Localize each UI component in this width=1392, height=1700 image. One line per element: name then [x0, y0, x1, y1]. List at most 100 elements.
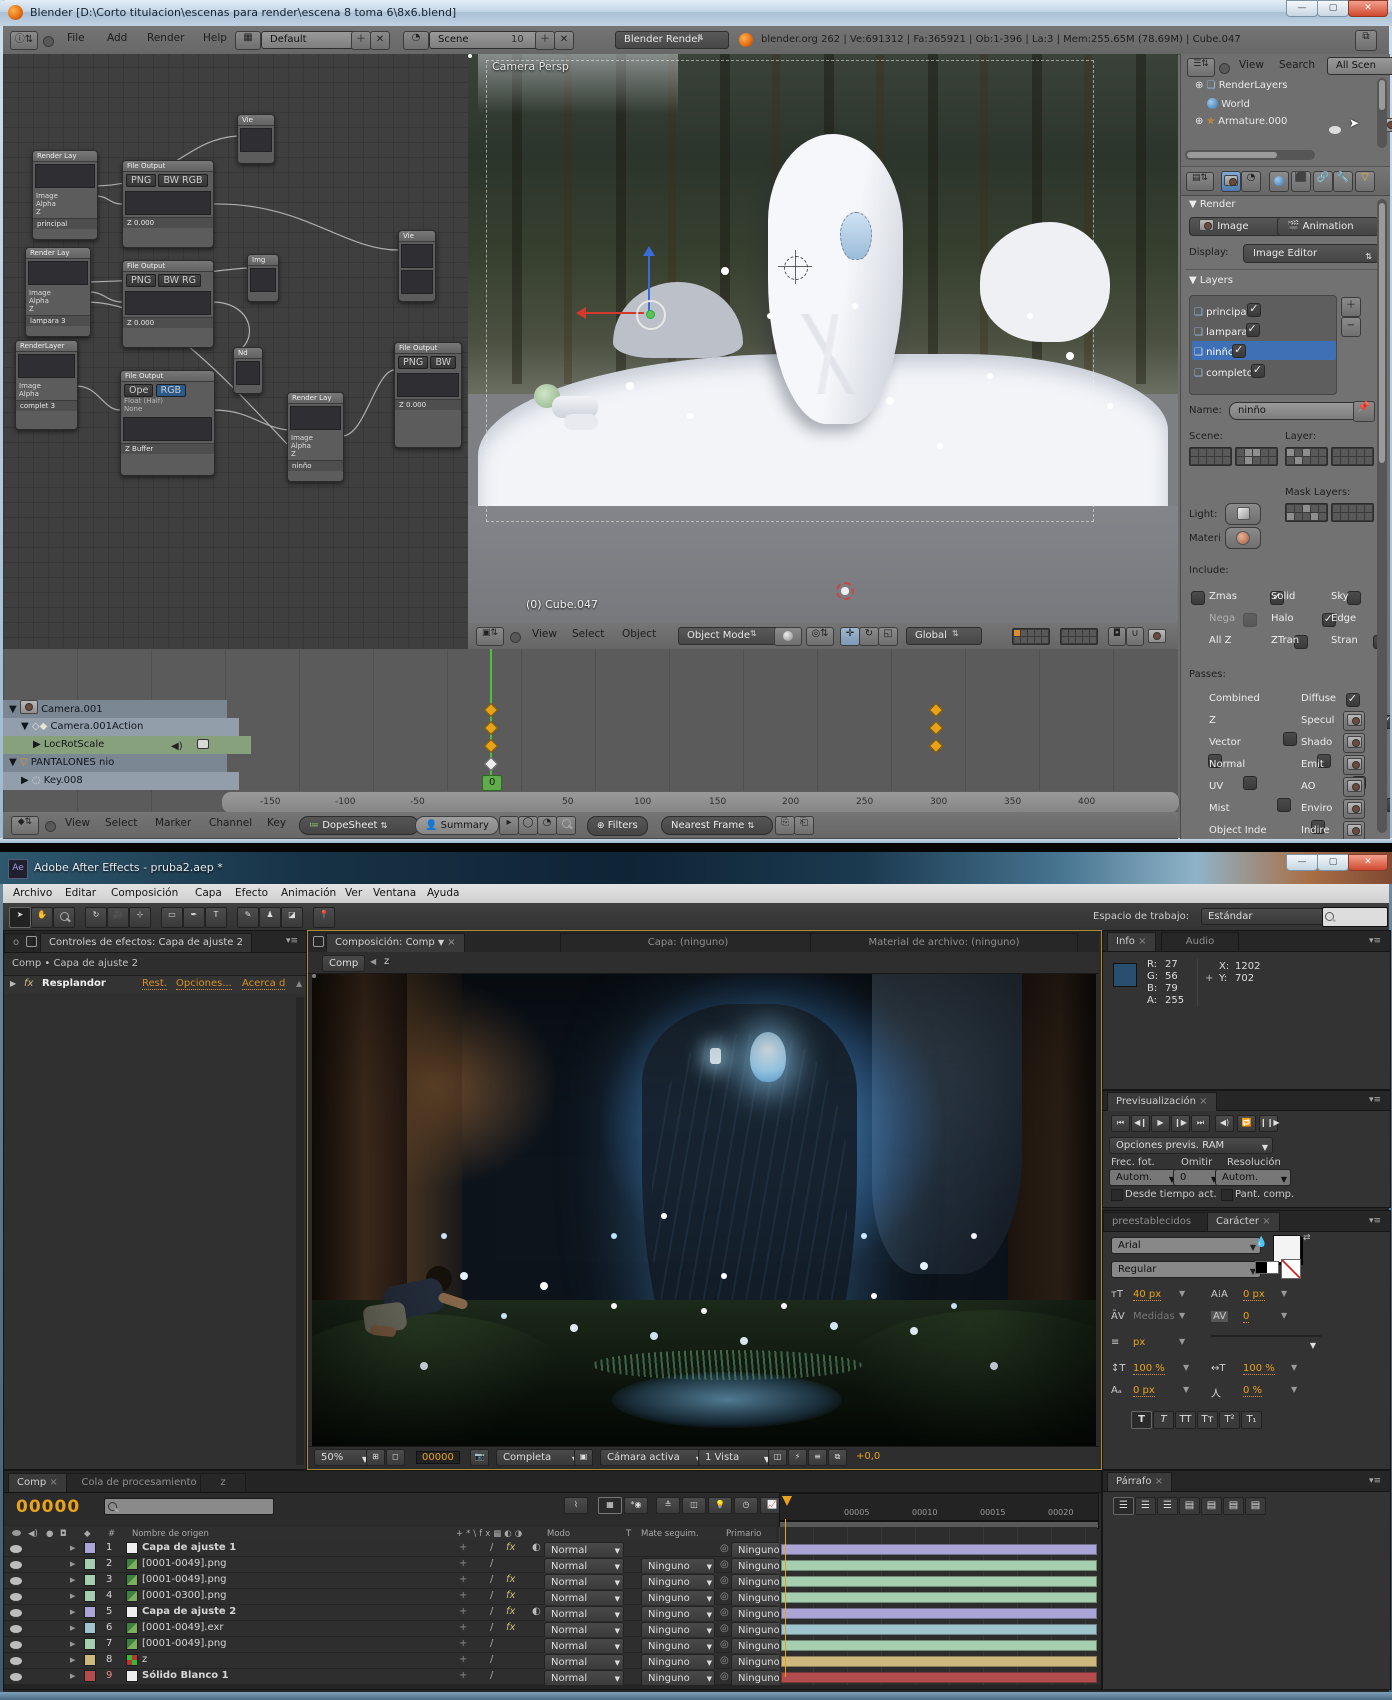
zoom-tool-icon[interactable]: [556, 816, 576, 835]
expand-arrow-icon[interactable]: ▶: [70, 1672, 75, 1680]
pass-normal-checkbox[interactable]: [1243, 776, 1257, 790]
scene-delete-button[interactable]: ✕: [554, 31, 574, 50]
node-render-layers-principal[interactable]: Render Lay ImageAlphaZ principal: [32, 150, 98, 240]
effect-options-link[interactable]: Opciones...: [176, 978, 232, 990]
layer-name[interactable]: [0001-0300].png: [142, 1590, 227, 1601]
tool-hand[interactable]: ✋: [31, 907, 53, 928]
leading-value[interactable]: px: [1133, 1337, 1145, 1348]
panel-lock-icon[interactable]: [313, 936, 324, 947]
pass-exclude-camera-icon[interactable]: [1343, 821, 1365, 839]
viewport-3d[interactable]: Camera Persp (0) Cube.047: [468, 54, 1178, 623]
scene-field[interactable]: Scene: [429, 31, 547, 49]
ae-minimize-button[interactable]: —: [1286, 854, 1318, 871]
ae-menu-archivo[interactable]: Archivo: [13, 887, 52, 899]
keyframe[interactable]: [484, 739, 498, 753]
faux-bold-button[interactable]: T: [1131, 1411, 1152, 1429]
layer-name[interactable]: z: [142, 1654, 147, 1665]
ds-menu-channel[interactable]: Channel: [203, 812, 258, 834]
keyframe[interactable]: [929, 721, 943, 735]
layer-name[interactable]: [0001-0049].exr: [142, 1622, 224, 1633]
presets-tab[interactable]: preestablecidos: [1103, 1212, 1219, 1231]
pixel-aspect-icon[interactable]: ◫: [768, 1449, 787, 1466]
layer-bar[interactable]: [781, 1592, 1097, 1603]
switch-transform[interactable]: +: [459, 1574, 467, 1585]
editor-type-info-icon[interactable]: ⓘ⇅: [10, 31, 38, 50]
preview-tab[interactable]: Previsualización ×: [1107, 1092, 1217, 1111]
ae-menu-capa[interactable]: Capa: [195, 887, 222, 899]
collapse-menus-icon[interactable]: [1219, 63, 1230, 74]
align-center-button[interactable]: ☰: [1135, 1497, 1156, 1515]
layer-bar[interactable]: [781, 1560, 1097, 1571]
viewport-layers-grid-1[interactable]: [1012, 628, 1050, 645]
collapse-menus-icon[interactable]: [510, 632, 521, 643]
dropdown-arrow[interactable]: ▼: [1291, 1385, 1297, 1394]
tool-zoom[interactable]: [53, 907, 75, 928]
layer-row-5[interactable]: ▶ 5 Capa de ajuste 2 + / fx ◐ Normal▼ Ni…: [4, 1605, 776, 1621]
visibility-eye-icon[interactable]: [1329, 126, 1341, 134]
keyframe[interactable]: [484, 757, 498, 771]
eye-icon[interactable]: [10, 1561, 22, 1569]
tool-selection[interactable]: ➤: [9, 907, 31, 928]
layer-name-field[interactable]: ninño: [1229, 402, 1363, 420]
timeline-comp-tab[interactable]: Comp ×: [8, 1473, 67, 1492]
pass-exclude-camera-icon[interactable]: [1343, 799, 1365, 819]
no-fill-swatch[interactable]: [1281, 1259, 1301, 1279]
tool-text[interactable]: T: [205, 907, 227, 928]
tool-eraser[interactable]: ◪: [281, 907, 303, 928]
panel-lock-icon[interactable]: [26, 936, 37, 947]
composition-image[interactable]: [312, 974, 1096, 1446]
switch-quality[interactable]: /: [490, 1574, 493, 1585]
snap-mode-select[interactable]: Nearest Frame ⇅: [661, 816, 773, 835]
switch-fx[interactable]: fx: [506, 1622, 515, 1633]
switch-transform[interactable]: +: [459, 1606, 467, 1617]
effect-row-resplandor[interactable]: ▶ fx Resplandor Rest. Opciones... Acerca…: [4, 975, 306, 995]
channel-camera-action[interactable]: ▼ ◇◆ Camera.001Action: [3, 718, 239, 736]
lock-icon[interactable]: [197, 739, 209, 749]
effect-panel-vscrollbar[interactable]: [296, 997, 304, 1465]
play-button[interactable]: ▶: [1151, 1115, 1170, 1132]
pass-specular-checkbox[interactable]: [1283, 732, 1297, 746]
parent-pickwhip-icon[interactable]: ◎: [720, 1559, 729, 1570]
current-frame-badge[interactable]: 0: [482, 775, 502, 791]
keyframe[interactable]: [929, 739, 943, 753]
switch-transform[interactable]: +: [459, 1654, 467, 1665]
dropdown-arrow[interactable]: ▼: [1179, 1289, 1185, 1298]
channels-chip[interactable]: BW RGB: [158, 174, 207, 187]
tool-shape[interactable]: ▭: [161, 907, 183, 928]
editor-type-outliner-icon[interactable]: ☰⇅: [1187, 58, 1215, 77]
switch-quality[interactable]: /: [490, 1622, 493, 1633]
tracking-mode-value[interactable]: Medidas: [1133, 1311, 1175, 1322]
layer-bar[interactable]: [781, 1608, 1097, 1619]
layer-name[interactable]: [0001-0049].png: [142, 1638, 227, 1649]
tsume-value[interactable]: 0 %: [1243, 1385, 1262, 1397]
node-render-layers-lampara[interactable]: Render Lay ImageAlphaZ lampara 3: [25, 247, 91, 337]
snapshot-icon[interactable]: 📷: [470, 1449, 489, 1466]
switch-effect-dot[interactable]: ◐: [532, 1606, 541, 1617]
outliner-item-renderlayers[interactable]: ⊕ ❏ RenderLayers: [1195, 80, 1287, 91]
layer-row-9[interactable]: ▶ 9 Sólido Blanco 1 + / Normal▼ Ninguno▼…: [4, 1669, 776, 1685]
effect-about-link[interactable]: Acerca d: [242, 978, 285, 990]
label-color-chip[interactable]: [84, 1670, 96, 1682]
screen-layout-field[interactable]: Default: [261, 31, 365, 49]
pass-exclude-camera-icon[interactable]: [1343, 777, 1365, 797]
footage-tab[interactable]: Material de archivo: (ninguno): [810, 933, 1078, 952]
layer-enabled-checkbox[interactable]: [1251, 364, 1265, 378]
crumb-layer-label[interactable]: z: [384, 956, 389, 967]
light-override-button[interactable]: [1225, 503, 1261, 525]
label-color-chip[interactable]: [84, 1622, 96, 1634]
tool-clone[interactable]: ♟: [259, 907, 281, 928]
label-color-chip[interactable]: [84, 1542, 96, 1554]
frame-blend-icon[interactable]: ≙: [656, 1497, 680, 1514]
mask-layers-grid-2[interactable]: [1331, 503, 1374, 522]
pass-exclude-camera-icon[interactable]: [1343, 755, 1365, 775]
tab-close-icon[interactable]: ×: [49, 1474, 57, 1492]
ae-menu-composicion[interactable]: Composición: [111, 887, 178, 899]
lock-to-scene-icon[interactable]: ◘: [1108, 627, 1126, 646]
fullscreen-checkbox[interactable]: [1221, 1189, 1233, 1201]
layer-row-2[interactable]: ▶ 2 [0001-0049].png + / Normal▼ Ninguno▼…: [4, 1557, 776, 1573]
parent-pickwhip-icon[interactable]: ◎: [720, 1671, 729, 1682]
active-camera-select[interactable]: Cámara activa ▼: [600, 1449, 706, 1466]
scene-layers-grid-2[interactable]: [1235, 447, 1278, 466]
font-style-select[interactable]: Regular▼: [1111, 1261, 1261, 1278]
render-image-button[interactable]: Image: [1189, 217, 1283, 236]
